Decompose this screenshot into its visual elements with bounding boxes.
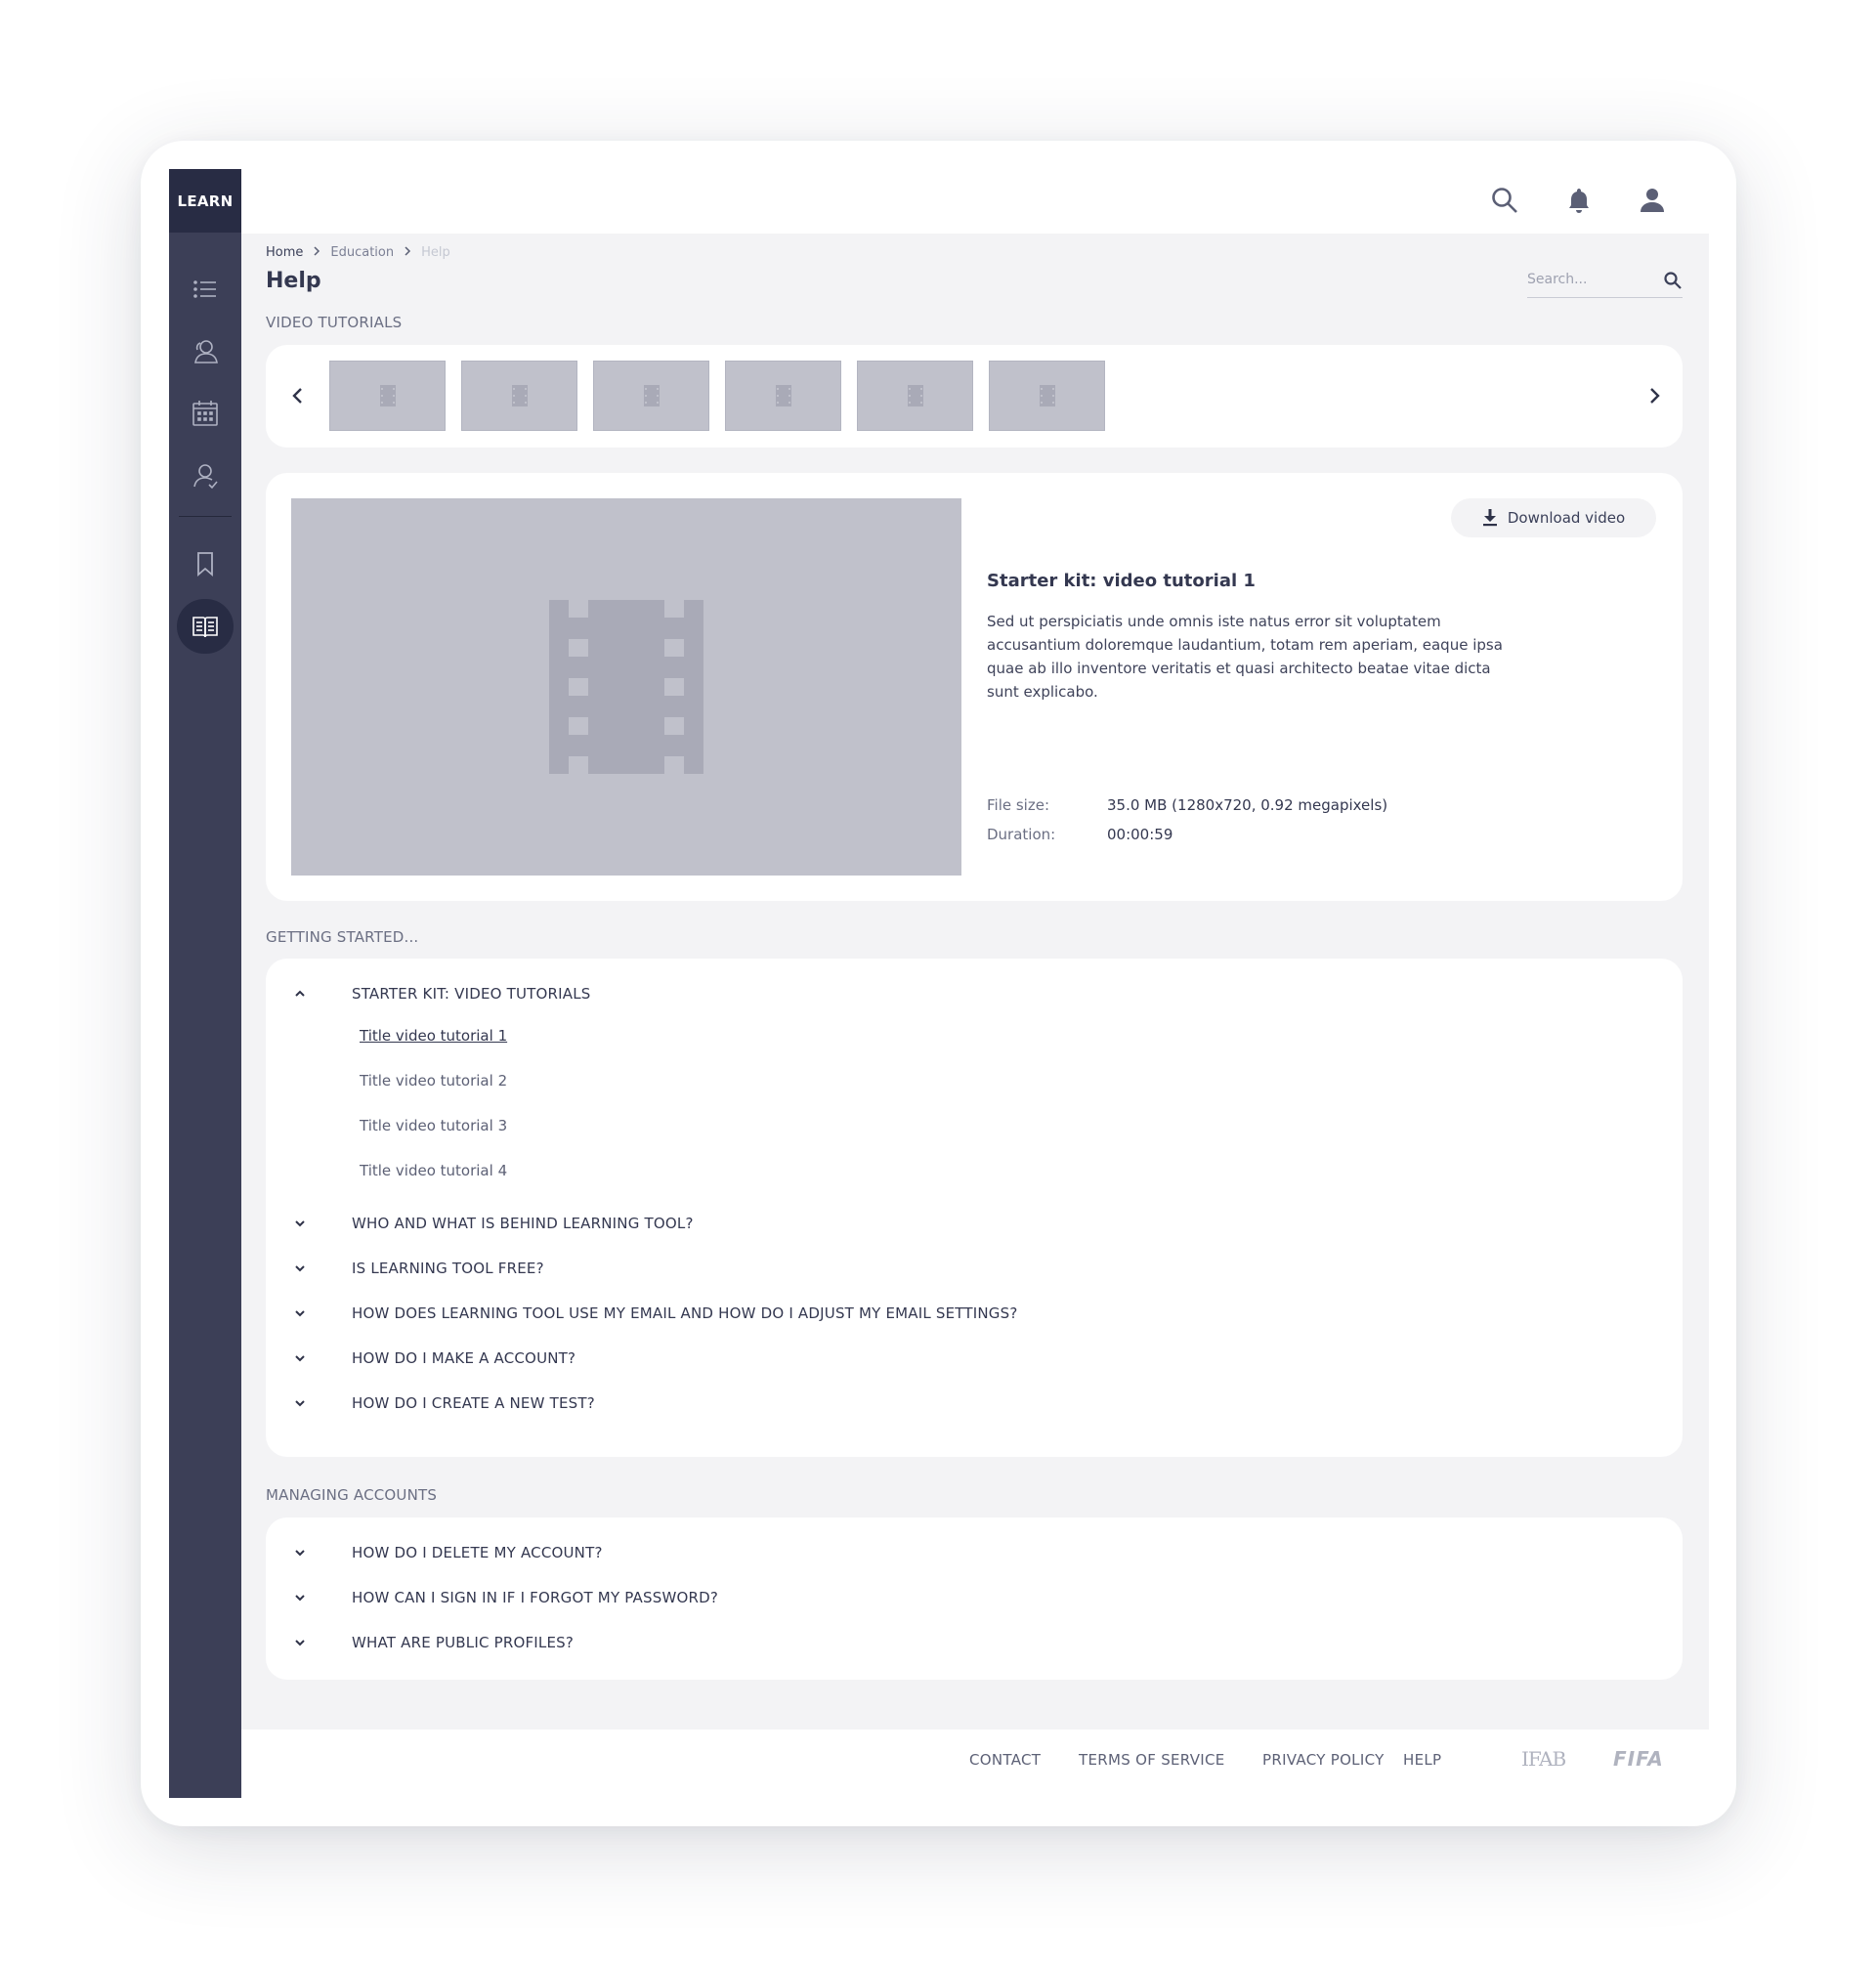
file-size-row: File size: 35.0 MB (1280x720, 0.92 megapi…	[987, 796, 1387, 814]
breadcrumb-current: Help	[421, 245, 450, 260]
video-thumbnail[interactable]	[329, 361, 446, 431]
accordion-item-expanded[interactable]: STARTER KIT: VIDEO TUTORIALS	[290, 979, 591, 1008]
accordion-item[interactable]: HOW DO I DELETE MY ACCOUNT?	[290, 1538, 603, 1567]
tutorial-link[interactable]: Title video tutorial 4	[360, 1162, 507, 1179]
chevron-down-icon	[290, 1393, 310, 1413]
getting-started-accordion: STARTER KIT: VIDEO TUTORIALS Title video…	[266, 959, 1683, 1457]
file-size-value: 35.0 MB (1280x720, 0.92 megapixels)	[1107, 796, 1388, 814]
video-carousel	[266, 345, 1683, 448]
chevron-down-icon	[290, 1259, 310, 1278]
managing-accounts-accordion: HOW DO I DELETE MY ACCOUNT? HOW CAN I SI…	[266, 1517, 1683, 1680]
footer-link-privacy[interactable]: PRIVACY POLICY	[1262, 1751, 1385, 1769]
film-icon	[549, 600, 704, 774]
chevron-down-icon	[290, 1214, 310, 1233]
brand-logo[interactable]: LEARN	[169, 169, 241, 233]
video-thumbnail[interactable]	[593, 361, 709, 431]
users-icon[interactable]	[169, 332, 241, 371]
video-thumbnail[interactable]	[989, 361, 1105, 431]
video-thumbnail[interactable]	[857, 361, 973, 431]
duration-value: 00:00:59	[1107, 826, 1173, 843]
video-thumbnail[interactable]	[725, 361, 841, 431]
accordion-item[interactable]: WHAT ARE PUBLIC PROFILES?	[290, 1628, 574, 1657]
breadcrumb-home[interactable]: Home	[266, 245, 303, 260]
chevron-down-icon	[290, 1633, 310, 1652]
duration-row: Duration: 00:00:59	[987, 826, 1172, 843]
download-video-label: Download video	[1507, 509, 1626, 527]
duration-label: Duration:	[987, 826, 1056, 843]
book-icon[interactable]	[169, 599, 241, 654]
search-input[interactable]	[1527, 265, 1652, 294]
footer-link-terms[interactable]: TERMS OF SERVICE	[1079, 1751, 1225, 1769]
download-video-button[interactable]: Download video	[1451, 498, 1656, 537]
chevron-right-icon	[313, 245, 320, 260]
accordion-question: HOW DO I DELETE MY ACCOUNT?	[352, 1544, 603, 1561]
carousel-next-button[interactable]	[1641, 382, 1668, 409]
breadcrumb-education[interactable]: Education	[330, 245, 394, 260]
accordion-question: IS LEARNING TOOL FREE?	[352, 1260, 544, 1277]
page-title: Help	[266, 269, 321, 293]
accordion-item[interactable]: IS LEARNING TOOL FREE?	[290, 1254, 544, 1283]
ifab-logo[interactable]: IFAB	[1521, 1747, 1566, 1771]
search-icon[interactable]	[1487, 183, 1522, 218]
calendar-icon[interactable]	[169, 394, 241, 433]
accordion-question: WHO AND WHAT IS BEHIND LEARNING TOOL?	[352, 1215, 694, 1232]
chevron-right-icon	[404, 245, 411, 260]
footer: CONTACT TERMS OF SERVICE PRIVACY POLICY …	[241, 1730, 1709, 1793]
chevron-down-icon	[290, 1348, 310, 1368]
video-title: Starter kit: video tutorial 1	[987, 571, 1256, 591]
sidebar-divider	[179, 516, 232, 517]
chevron-down-icon	[290, 1588, 310, 1607]
list-icon[interactable]	[169, 270, 241, 309]
bell-icon[interactable]	[1561, 183, 1597, 218]
top-bar	[241, 169, 1709, 234]
bookmark-icon[interactable]	[169, 544, 241, 583]
chevron-up-icon	[290, 984, 310, 1004]
accordion-item[interactable]: HOW DO I MAKE A ACCOUNT?	[290, 1344, 576, 1373]
section-label-video-tutorials: VIDEO TUTORIALS	[266, 314, 403, 331]
accordion-question: HOW DOES LEARNING TOOL USE MY EMAIL AND …	[352, 1304, 1018, 1322]
accordion-question: HOW CAN I SIGN IN IF I FORGOT MY PASSWOR…	[352, 1589, 719, 1606]
section-label-getting-started: GETTING STARTED...	[266, 928, 419, 946]
carousel-prev-button[interactable]	[284, 382, 312, 409]
video-detail-card: Download video Starter kit: video tutori…	[266, 473, 1683, 901]
tutorial-link[interactable]: Title video tutorial 3	[360, 1117, 507, 1134]
chevron-down-icon	[290, 1543, 310, 1562]
video-thumbnail[interactable]	[461, 361, 577, 431]
footer-link-contact[interactable]: CONTACT	[969, 1751, 1041, 1769]
chevron-down-icon	[290, 1304, 310, 1323]
main-content: Home Education Help Help VIDEO TUTORIALS	[241, 234, 1709, 1793]
accordion-question: HOW DO I MAKE A ACCOUNT?	[352, 1349, 576, 1367]
file-size-label: File size:	[987, 796, 1050, 814]
section-label-managing-accounts: MANAGING ACCOUNTS	[266, 1486, 438, 1504]
accordion-item[interactable]: HOW CAN I SIGN IN IF I FORGOT MY PASSWOR…	[290, 1583, 718, 1612]
breadcrumb: Home Education Help	[266, 245, 450, 260]
tutorial-link[interactable]: Title video tutorial 2	[360, 1072, 507, 1090]
search-icon[interactable]	[1663, 271, 1683, 294]
accordion-question: HOW DO I CREATE A NEW TEST?	[352, 1394, 595, 1412]
accordion-title: STARTER KIT: VIDEO TUTORIALS	[352, 985, 591, 1003]
user-check-icon[interactable]	[169, 456, 241, 495]
accordion-item[interactable]: HOW DOES LEARNING TOOL USE MY EMAIL AND …	[290, 1299, 1018, 1328]
accordion-item[interactable]: WHO AND WHAT IS BEHIND LEARNING TOOL?	[290, 1209, 694, 1238]
fifa-logo[interactable]: FIFA	[1613, 1747, 1664, 1771]
tutorial-link[interactable]: Title video tutorial 1	[360, 1027, 507, 1045]
download-icon	[1482, 509, 1497, 527]
sidebar: LEARN	[169, 169, 241, 1798]
search-box	[1527, 265, 1683, 298]
footer-link-help[interactable]: HELP	[1403, 1751, 1441, 1769]
accordion-item[interactable]: HOW DO I CREATE A NEW TEST?	[290, 1389, 595, 1418]
video-description: Sed ut perspiciatis unde omnis iste natu…	[987, 613, 1503, 701]
video-player[interactable]	[291, 498, 961, 876]
profile-icon[interactable]	[1635, 183, 1670, 218]
accordion-question: WHAT ARE PUBLIC PROFILES?	[352, 1634, 575, 1651]
